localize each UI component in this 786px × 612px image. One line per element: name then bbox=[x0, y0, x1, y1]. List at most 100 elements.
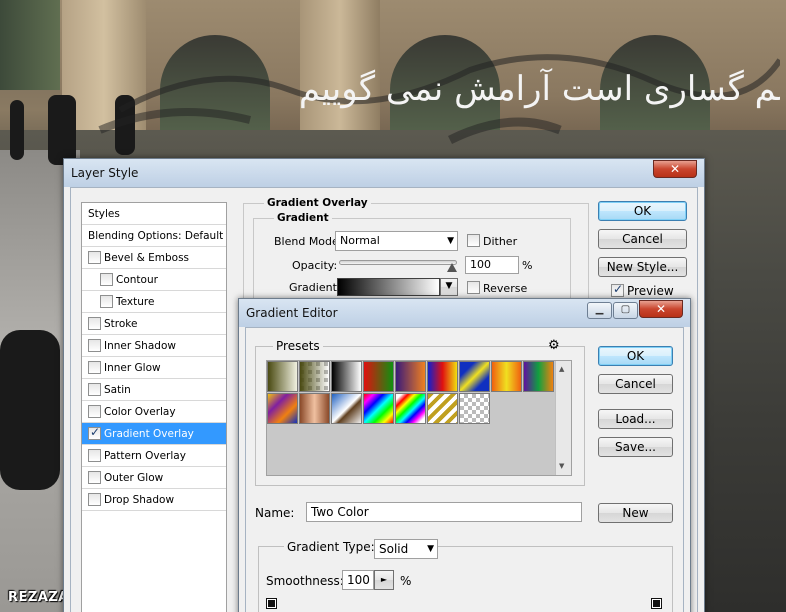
style-item-checkbox[interactable] bbox=[88, 361, 101, 374]
style-item-bevel-emboss[interactable]: Bevel & Emboss bbox=[82, 247, 226, 269]
name-label: Name: bbox=[255, 506, 295, 520]
dither-checkbox[interactable] bbox=[467, 234, 480, 247]
preset-swatch-yellow-violet-orange-blue[interactable] bbox=[267, 393, 298, 424]
style-item-inner-glow[interactable]: Inner Glow bbox=[82, 357, 226, 379]
preset-swatch-spectrum[interactable] bbox=[363, 393, 394, 424]
opacity-label: Opacity: bbox=[292, 259, 338, 272]
style-item-label: Bevel & Emboss bbox=[104, 252, 190, 264]
smoothness-stepper[interactable]: ► bbox=[374, 570, 394, 590]
dropdown-arrow-icon: ▼ bbox=[445, 281, 453, 291]
opacity-slider[interactable] bbox=[339, 260, 457, 265]
style-item-checkbox[interactable] bbox=[88, 317, 101, 330]
style-item-label: Satin bbox=[104, 384, 131, 396]
layer-style-titlebar[interactable]: Layer Style ✕ bbox=[64, 159, 704, 187]
style-item-pattern-overlay[interactable]: Pattern Overlay bbox=[82, 445, 226, 467]
gradient-editor-ok-button[interactable]: OK bbox=[598, 346, 673, 366]
style-item-stroke[interactable]: Stroke bbox=[82, 313, 226, 335]
layer-style-title: Layer Style bbox=[71, 166, 139, 180]
style-item-checkbox[interactable] bbox=[88, 339, 101, 352]
gradient-dropdown-button[interactable]: ▼ bbox=[440, 278, 458, 296]
style-item-label: Color Overlay bbox=[104, 406, 176, 418]
load-button[interactable]: Load... bbox=[598, 409, 673, 429]
style-item-label: Stroke bbox=[104, 318, 138, 330]
opacity-stop-right[interactable] bbox=[651, 598, 662, 609]
style-item-label: Pattern Overlay bbox=[104, 450, 186, 462]
smoothness-input[interactable]: 100 bbox=[342, 570, 374, 590]
style-item-label: Outer Glow bbox=[104, 472, 164, 484]
style-item-checkbox[interactable] bbox=[88, 383, 101, 396]
scroll-down-icon[interactable]: ▼ bbox=[559, 462, 564, 470]
style-item-label: Gradient Overlay bbox=[104, 428, 194, 440]
blend-mode-select[interactable]: Normal ▼ bbox=[335, 231, 458, 251]
style-item-label: Drop Shadow bbox=[104, 494, 175, 506]
presets-scrollbar[interactable]: ▲ ▼ bbox=[555, 361, 571, 475]
close-button[interactable]: ✕ bbox=[653, 160, 697, 178]
maximize-button[interactable]: ▢ bbox=[613, 302, 638, 319]
gradient-editor-title: Gradient Editor bbox=[246, 306, 338, 320]
preset-swatch-blue-yellow-blue[interactable] bbox=[459, 361, 490, 392]
preset-swatch-transparent[interactable] bbox=[459, 393, 490, 424]
preset-swatch-orange-yellow-orange[interactable] bbox=[491, 361, 522, 392]
style-item-checkbox[interactable] bbox=[88, 493, 101, 506]
chevron-right-icon: ► bbox=[380, 575, 388, 584]
blending-options-label: Blending Options: Default bbox=[88, 230, 224, 242]
preset-swatch-foreground-to-transparent[interactable] bbox=[299, 361, 330, 392]
opacity-stop-left[interactable] bbox=[266, 598, 277, 609]
style-item-checkbox[interactable] bbox=[88, 471, 101, 484]
gradient-type-select[interactable]: Solid ▼ bbox=[374, 539, 438, 559]
style-item-color-overlay[interactable]: Color Overlay bbox=[82, 401, 226, 423]
gradient-editor-close-button[interactable]: ✕ bbox=[639, 300, 683, 318]
styles-header[interactable]: Styles bbox=[82, 203, 226, 225]
maximize-icon: ▢ bbox=[620, 304, 631, 315]
minimize-button[interactable]: ▁ bbox=[587, 302, 612, 319]
section-title: Gradient Overlay bbox=[264, 197, 371, 209]
style-item-gradient-overlay[interactable]: Gradient Overlay bbox=[82, 423, 226, 445]
presets-menu-gear-icon[interactable]: ⚙ bbox=[548, 338, 560, 353]
save-button[interactable]: Save... bbox=[598, 437, 673, 457]
opacity-input[interactable]: 100 bbox=[465, 256, 519, 274]
style-item-checkbox[interactable] bbox=[88, 425, 101, 440]
preview-checkbox[interactable] bbox=[611, 282, 624, 297]
style-item-checkbox[interactable] bbox=[100, 295, 113, 308]
style-item-checkbox[interactable] bbox=[100, 273, 113, 286]
person-silhouette bbox=[0, 330, 60, 490]
gradient-editor-cancel-button[interactable]: Cancel bbox=[598, 374, 673, 394]
blend-mode-label: Blend Mode: bbox=[274, 235, 343, 248]
style-item-outer-glow[interactable]: Outer Glow bbox=[82, 467, 226, 489]
preset-swatch-copper[interactable] bbox=[299, 393, 330, 424]
preset-swatch-transparent-stripes[interactable] bbox=[427, 393, 458, 424]
minimize-icon: ▁ bbox=[595, 304, 604, 315]
gradient-picker[interactable] bbox=[337, 278, 440, 296]
style-item-inner-shadow[interactable]: Inner Shadow bbox=[82, 335, 226, 357]
preset-swatch-transparent-rainbow[interactable] bbox=[395, 393, 426, 424]
preset-swatch-chrome[interactable] bbox=[331, 393, 362, 424]
preset-swatch-foreground-to-background[interactable] bbox=[267, 361, 298, 392]
style-item-checkbox[interactable] bbox=[88, 405, 101, 418]
styles-header-label: Styles bbox=[88, 208, 120, 220]
style-item-drop-shadow[interactable]: Drop Shadow bbox=[82, 489, 226, 511]
blend-mode-value: Normal bbox=[340, 234, 380, 247]
style-item-texture[interactable]: Texture bbox=[82, 291, 226, 313]
new-style-button[interactable]: New Style... bbox=[598, 257, 687, 277]
preset-swatch-black-white[interactable] bbox=[331, 361, 362, 392]
reverse-checkbox[interactable] bbox=[467, 281, 480, 294]
style-item-satin[interactable]: Satin bbox=[82, 379, 226, 401]
layer-style-cancel-button[interactable]: Cancel bbox=[598, 229, 687, 249]
preset-swatch-red-green[interactable] bbox=[363, 361, 394, 392]
dropdown-arrow-icon: ▼ bbox=[427, 544, 434, 554]
style-item-checkbox[interactable] bbox=[88, 251, 101, 264]
preview-label: Preview bbox=[627, 284, 674, 298]
layer-style-ok-button[interactable]: OK bbox=[598, 201, 687, 221]
calligraphy-overlay: عاشقی جز غم گساری است آرامش نمی گوییم bbox=[98, 54, 780, 145]
preset-swatch-blue-red-yellow[interactable] bbox=[427, 361, 458, 392]
preset-swatch-violet-green-orange[interactable] bbox=[523, 361, 554, 392]
opacity-slider-thumb[interactable] bbox=[447, 263, 457, 272]
blending-options[interactable]: Blending Options: Default bbox=[82, 225, 226, 247]
preset-swatch-violet-orange[interactable] bbox=[395, 361, 426, 392]
style-item-contour[interactable]: Contour bbox=[82, 269, 226, 291]
new-gradient-button[interactable]: New bbox=[598, 503, 673, 523]
scroll-up-icon[interactable]: ▲ bbox=[559, 365, 564, 373]
style-item-checkbox[interactable] bbox=[88, 449, 101, 462]
gradient-editor-titlebar[interactable]: Gradient Editor ▁ ▢ ✕ bbox=[239, 299, 690, 327]
gradient-name-input[interactable]: Two Color bbox=[306, 502, 582, 522]
